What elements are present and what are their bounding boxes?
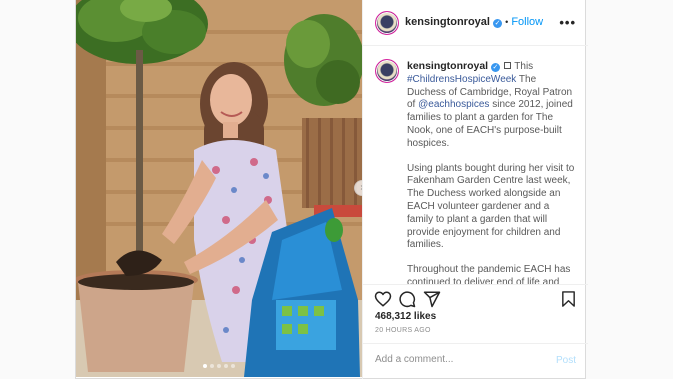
mention-link[interactable]: @eachhospices [418,99,489,110]
username-link[interactable]: kensingtonroyal [405,16,490,28]
header-line: kensingtonroyal ✓ • Follow [405,16,543,28]
likes-count[interactable]: 468,312 likes [375,311,436,322]
camera-emoji-icon [503,62,511,69]
avatar[interactable] [375,11,399,35]
header-separator: • [505,17,509,27]
carousel-dot [217,364,221,368]
verified-badge-icon: ✓ [493,19,503,28]
verified-badge-icon: ✓ [490,63,500,72]
action-bar [363,284,588,312]
heart-icon[interactable] [374,290,392,308]
comment-icon[interactable] [398,290,416,308]
post-header: kensingtonroyal ✓ • Follow ••• [363,0,588,46]
bookmark-icon[interactable] [560,290,577,308]
more-options-button[interactable]: ••• [559,15,576,30]
instagram-post: › kensingtonroyal ✓ • Follow ••• kensing… [75,0,588,379]
caption-paragraph-2: Using plants bought during her visit to … [407,162,575,251]
caption-paragraph: kensingtonroyal ✓ This #ChildrensHospice… [407,60,577,151]
carousel-dot [203,364,207,368]
post-side-panel: kensingtonroyal ✓ • Follow ••• kensingto… [362,0,588,379]
avatar[interactable] [375,59,399,83]
caption-paragraph-3: Throughout the pandemic EACH has continu… [407,264,571,284]
hashtag-link[interactable]: #ChildrensHospiceWeek [407,74,516,85]
post-timestamp[interactable]: 20 HOURS AGO [375,327,431,334]
post-comment-button[interactable]: Post [556,355,576,366]
send-icon[interactable] [423,290,441,308]
carousel-dot [231,364,235,368]
caption-username-link[interactable]: kensingtonroyal [407,60,488,72]
caption-area: kensingtonroyal ✓ This #ChildrensHospice… [363,46,588,284]
photo-illustration [76,0,362,377]
follow-button[interactable]: Follow [511,16,543,28]
caption-text: kensingtonroyal ✓ This #ChildrensHospice… [407,60,577,284]
carousel-dots [76,364,362,368]
caption-intro: This [514,61,534,72]
carousel-dot [224,364,228,368]
carousel-dot [210,364,214,368]
post-photo[interactable]: › [76,0,362,377]
comment-bar: Post [363,343,588,379]
comment-input[interactable] [375,354,525,365]
